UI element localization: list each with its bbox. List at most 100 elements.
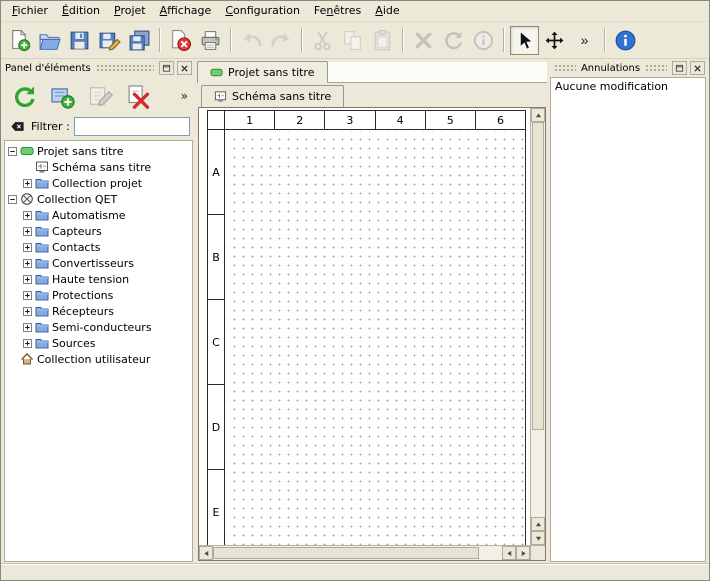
folder-icon: [35, 336, 49, 350]
menu-projet[interactable]: Projet: [107, 1, 153, 21]
visualisation-mode-button[interactable]: [540, 26, 569, 55]
save-button[interactable]: [65, 26, 94, 55]
qet-icon: [20, 192, 34, 206]
edit-element-button[interactable]: [83, 79, 116, 112]
move-cross-icon: [543, 29, 566, 52]
close-project-button[interactable]: [166, 26, 195, 55]
tree-item-contacts[interactable]: Contacts: [5, 239, 192, 255]
diagram-viewport[interactable]: 123456 ABCDE: [199, 108, 530, 545]
elements-panel-float-button[interactable]: [159, 61, 174, 75]
tree-item-automatisme[interactable]: Automatisme: [5, 207, 192, 223]
filter-input[interactable]: [74, 117, 190, 136]
tree-item-projet-sans-titre[interactable]: Projet sans titre: [5, 143, 192, 159]
horizontal-scrollbar-thumb[interactable]: [213, 547, 479, 559]
tree-item-collection-projet[interactable]: Collection projet: [5, 175, 192, 191]
delete-element-button[interactable]: [121, 79, 154, 112]
close-document-icon: [169, 29, 192, 52]
vertical-scrollbar-track[interactable]: [531, 122, 545, 517]
open-project-button[interactable]: [35, 26, 64, 55]
vertical-scrollbar[interactable]: [530, 108, 545, 545]
folder-icon: [35, 240, 49, 254]
tree-item-collection-qet[interactable]: Collection QET: [5, 191, 192, 207]
paste-button[interactable]: [368, 26, 397, 55]
expander-minus-icon[interactable]: [8, 147, 17, 156]
delete-selection-button[interactable]: [409, 26, 438, 55]
undo-empty-text: Aucune modification: [551, 78, 705, 95]
diagram-page: 123456 ABCDE: [207, 110, 526, 545]
menu-affichage[interactable]: Affichage: [153, 1, 219, 21]
expander-placeholder: [23, 163, 32, 172]
horizontal-scrollbar[interactable]: [199, 545, 530, 560]
redo-button[interactable]: [267, 26, 296, 55]
save-all-button[interactable]: [125, 26, 154, 55]
undo-history-list[interactable]: Aucune modification: [550, 77, 706, 562]
undo-panel-float-button[interactable]: [672, 61, 687, 75]
project-icon: [20, 144, 34, 158]
undo-panel-title: Annulations: [581, 63, 640, 74]
dock-drag-grip[interactable]: [554, 64, 576, 72]
tree-item-convertisseurs[interactable]: Convertisseurs: [5, 255, 192, 271]
tree-item-schema-sans-titre[interactable]: Schéma sans titre: [5, 159, 192, 175]
tree-item-sources[interactable]: Sources: [5, 335, 192, 351]
tab-projet-sans-titre[interactable]: Projet sans titre: [197, 61, 328, 83]
new-element-button[interactable]: [45, 79, 78, 112]
tree-item-recepteurs[interactable]: Récepteurs: [5, 303, 192, 319]
expander-placeholder: [8, 355, 17, 364]
scroll-right-button[interactable]: [516, 546, 530, 560]
tree-item-collection-utilisateur[interactable]: Collection utilisateur: [5, 351, 192, 367]
expander-plus-icon[interactable]: [23, 323, 32, 332]
undo-panel-close-button[interactable]: [690, 61, 705, 75]
expander-plus-icon[interactable]: [23, 275, 32, 284]
clear-filter-icon[interactable]: [7, 118, 27, 136]
menu-fenetres[interactable]: Fenêtres: [307, 1, 368, 21]
expander-plus-icon[interactable]: [23, 227, 32, 236]
folder-icon: [35, 208, 49, 222]
panel-toolbar-overflow[interactable]: »: [181, 89, 190, 103]
horizontal-scrollbar-track[interactable]: [213, 546, 502, 560]
dock-drag-grip[interactable]: [645, 64, 667, 72]
expander-plus-icon[interactable]: [23, 179, 32, 188]
elements-panel-close-button[interactable]: [177, 61, 192, 75]
expander-plus-icon[interactable]: [23, 259, 32, 268]
cut-button[interactable]: [308, 26, 337, 55]
selection-properties-button[interactable]: [469, 26, 498, 55]
tree-item-capteurs[interactable]: Capteurs: [5, 223, 192, 239]
expander-plus-icon[interactable]: [23, 211, 32, 220]
scroll-up-button[interactable]: [531, 108, 545, 122]
tree-item-semi-conducteurs[interactable]: Semi-conducteurs: [5, 319, 192, 335]
column-header-5: 5: [426, 111, 476, 130]
expander-plus-icon[interactable]: [23, 291, 32, 300]
menu-fichier[interactable]: Fichier: [5, 1, 55, 21]
menu-aide[interactable]: Aide: [368, 1, 406, 21]
scroll-left-button[interactable]: [199, 546, 213, 560]
workspace: Projet sans titre Schéma sans titre 1234…: [197, 60, 547, 563]
elements-panel-titlebar[interactable]: Panel d'éléments: [3, 60, 194, 76]
expander-plus-icon[interactable]: [23, 339, 32, 348]
save-as-button[interactable]: [95, 26, 124, 55]
new-project-button[interactable]: [5, 26, 34, 55]
scroll-up-button-bottom[interactable]: [531, 517, 545, 531]
undo-panel-titlebar[interactable]: Annulations: [550, 60, 707, 76]
dock-drag-grip[interactable]: [96, 64, 154, 72]
reload-collections-button[interactable]: [7, 79, 40, 112]
schema-icon: [214, 90, 227, 103]
menu-configuration[interactable]: Configuration: [218, 1, 307, 21]
tab-schema-sans-titre[interactable]: Schéma sans titre: [201, 85, 344, 107]
scroll-down-button[interactable]: [531, 531, 545, 545]
tree-item-protections[interactable]: Protections: [5, 287, 192, 303]
vertical-scrollbar-thumb[interactable]: [532, 122, 544, 430]
copy-button[interactable]: [338, 26, 367, 55]
expander-minus-icon[interactable]: [8, 195, 17, 204]
rotate-selection-button[interactable]: [439, 26, 468, 55]
menu-edition[interactable]: Édition: [55, 1, 107, 21]
selection-mode-button[interactable]: [510, 26, 539, 55]
scroll-left-button-right[interactable]: [502, 546, 516, 560]
undo-button[interactable]: [237, 26, 266, 55]
expander-plus-icon[interactable]: [23, 307, 32, 316]
redo-arrow-icon: [270, 29, 293, 52]
tree-item-haute-tension[interactable]: Haute tension: [5, 271, 192, 287]
expander-plus-icon[interactable]: [23, 243, 32, 252]
modes-overflow-button[interactable]: »: [570, 26, 599, 55]
print-button[interactable]: [196, 26, 225, 55]
about-button[interactable]: [611, 26, 640, 55]
